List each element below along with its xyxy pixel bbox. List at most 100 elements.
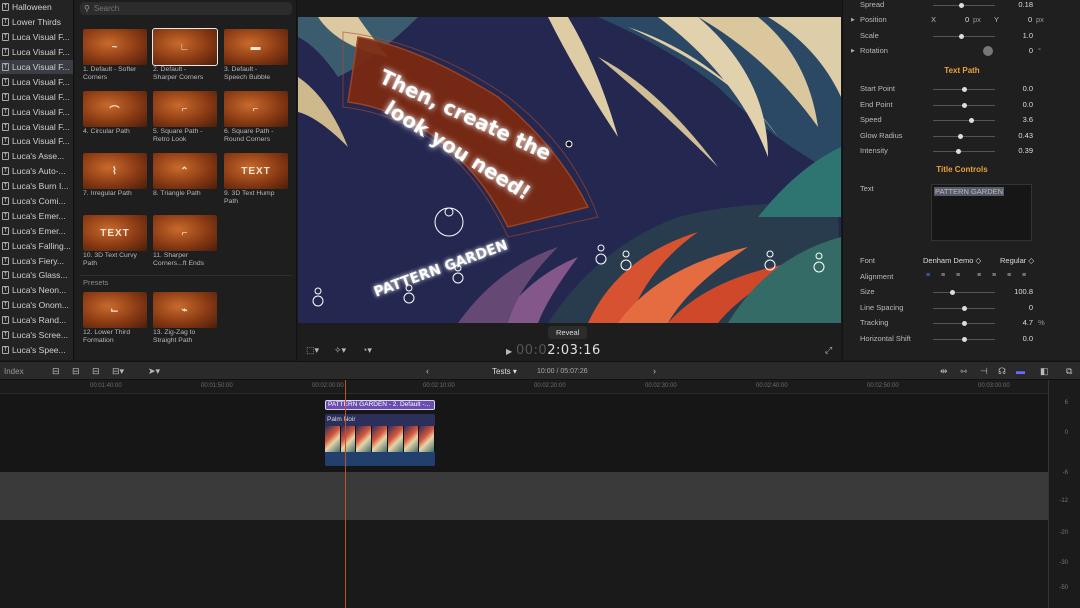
viewer-canvas[interactable]: Then, create the look you need! PATTERN … <box>298 17 841 323</box>
title-thumbnail[interactable]: ⌐ 5. Square Path - Retro Look <box>153 91 217 144</box>
param-position[interactable]: ▶ Position X 0 px Y 0 px <box>843 15 1080 27</box>
timeline-ruler[interactable]: 00:01:40:00 00:01:50:00 00:02:00:00 00:02:1… <box>0 380 1048 394</box>
sidebar-item[interactable]: T Luca's Auto-... <box>0 164 73 179</box>
align-right-icon[interactable]: ≡ <box>953 272 963 280</box>
sidebar-item[interactable]: T Luca's Onom... <box>0 298 73 313</box>
param-slider[interactable] <box>933 133 995 139</box>
back-arrow-icon[interactable]: ‹ <box>426 366 429 376</box>
headphones-icon[interactable]: ☊ <box>998 366 1006 377</box>
sidebar-item[interactable]: T Luca Visual F... <box>0 134 73 149</box>
title-thumbnail[interactable]: ⌙ 12. Lower Third Formation <box>83 292 147 345</box>
index-button[interactable]: Index <box>4 367 24 376</box>
param-row[interactable]: Glow Radius 0.43 <box>843 131 1080 143</box>
expand-triangle-icon[interactable]: ▶ <box>851 17 855 23</box>
audio-skim-icon[interactable]: ⊣ <box>980 366 988 377</box>
param-slider[interactable] <box>933 102 995 108</box>
sidebar-item[interactable]: T Lower Thirds <box>0 15 73 30</box>
sidebar-item[interactable]: T Luca Visual F... <box>0 59 73 75</box>
param-slider[interactable] <box>933 87 995 92</box>
fullscreen-timeline-icon[interactable]: ⧉ <box>1066 366 1072 377</box>
clip-appearance-icon[interactable]: ⊟ <box>52 366 60 377</box>
solo-icon[interactable]: ▬ <box>1016 366 1025 376</box>
skimming-icon[interactable]: ⇹ <box>940 366 948 377</box>
align-left-icon[interactable]: ≡ <box>923 272 933 280</box>
param-spread[interactable]: Spread 0.18 <box>843 0 1080 12</box>
title-thumbnail[interactable]: ⌁ 13. Zig-Zag to Straight Path <box>153 292 217 345</box>
sidebar-item[interactable]: T Halloween <box>0 0 73 15</box>
title-thumbnail[interactable]: ⌃ 8. Triangle Path <box>153 153 217 198</box>
inspector-toggle-icon[interactable]: ◧ <box>1040 366 1049 377</box>
param-scale[interactable]: Scale 1.0 <box>843 31 1080 43</box>
param-row[interactable]: Start Point 0.0 <box>843 84 1080 96</box>
param-row[interactable]: End Point 0.0 <box>843 100 1080 112</box>
append-icon[interactable]: ⊟ <box>72 366 80 377</box>
sidebar-item[interactable]: T Luca Visual F... <box>0 119 73 134</box>
sidebar-item[interactable]: T Luca's Emer... <box>0 208 73 223</box>
sidebar-item[interactable]: T Luca's Asse... <box>0 149 73 164</box>
param-rotation[interactable]: ▶ Rotation 0 ° <box>843 46 1080 58</box>
sidebar-item[interactable]: T Luca Visual F... <box>0 45 73 60</box>
sidebar-item[interactable]: T Luca's Rand... <box>0 313 73 328</box>
play-icon[interactable]: ▶ <box>506 347 512 356</box>
param-value[interactable]: 4.7 <box>1023 318 1033 327</box>
search-field[interactable]: ⚲ <box>80 2 292 15</box>
param-value[interactable]: 0.39 <box>1018 146 1033 155</box>
select-tool-icon[interactable]: ➤▾ <box>148 366 160 377</box>
sidebar-item[interactable]: T Luca's Comi... <box>0 194 73 209</box>
title-thumbnail[interactable]: ⌐ 11. Sharper Corners...ft Ends <box>153 215 217 268</box>
sidebar-item[interactable]: T Luca's Emer... <box>0 223 73 238</box>
search-input[interactable] <box>93 4 274 13</box>
justify-right-icon[interactable]: ≡ <box>1004 272 1014 280</box>
title-thumbnail[interactable]: ~1. Default - Softer Corners <box>83 29 147 82</box>
title-thumbnail[interactable]: ⌒ 4. Circular Path <box>83 91 147 136</box>
title-thumbnail[interactable]: ▬ 3. Default - Speech Bubble <box>224 29 288 82</box>
project-name[interactable]: Tests ▾ <box>492 367 517 376</box>
param-slider[interactable] <box>933 290 995 295</box>
sidebar-item[interactable]: T Luca Visual F... <box>0 74 73 89</box>
snapping-icon[interactable]: ⇿ <box>960 366 968 377</box>
fullscreen-icon[interactable]: ⤢ <box>825 345 832 356</box>
title-thumbnail[interactable]: TEXT 9. 3D Text Hump Path <box>224 153 288 206</box>
param-row[interactable]: Horizontal Shift 0.0 <box>843 334 1080 346</box>
param-value[interactable]: 0 <box>1029 303 1033 312</box>
param-row[interactable]: Tracking 4.7% <box>843 318 1080 330</box>
param-slider[interactable] <box>933 305 995 311</box>
param-row[interactable]: Size 100.8 <box>843 287 1080 299</box>
playhead[interactable] <box>345 380 346 608</box>
title-thumbnail[interactable]: ⌇ 7. Irregular Path <box>83 153 147 198</box>
param-value[interactable]: 0.0 <box>1023 334 1033 343</box>
enhance-tool-icon[interactable]: ✧▾ <box>334 345 346 356</box>
sidebar-item[interactable]: T Luca's Burn I... <box>0 179 73 194</box>
title-clip[interactable]: PATTERN GARDEN - 2. Default -... <box>325 400 435 410</box>
title-thumbnail[interactable]: ⌐ 6. Square Path - Round Corners <box>224 91 288 144</box>
param-row[interactable]: Intensity 0.39 <box>843 146 1080 158</box>
scale-slider[interactable] <box>933 34 995 39</box>
param-value[interactable]: 0.43 <box>1018 131 1033 140</box>
insert-icon[interactable]: ⊟ <box>92 366 100 377</box>
speed-tool-icon[interactable]: ◔▾ <box>362 345 372 356</box>
audio-lane[interactable] <box>0 520 1048 608</box>
title-text-field[interactable]: PATTERN GARDEN <box>931 184 1032 241</box>
sidebar-item[interactable]: T Luca's Neon... <box>0 283 73 298</box>
align-center-icon[interactable]: ≡ <box>938 272 948 280</box>
title-thumbnail[interactable]: ∟ 2. Default - Sharper Corners <box>152 28 218 82</box>
sidebar-item[interactable]: T Luca Visual F... <box>0 30 73 45</box>
sidebar-item[interactable]: T Luca Visual F... <box>0 89 73 104</box>
sidebar-item[interactable]: T Luca Visual F... <box>0 104 73 119</box>
spread-slider[interactable] <box>933 3 995 8</box>
param-slider[interactable] <box>933 149 995 155</box>
param-slider[interactable] <box>933 321 995 327</box>
video-clip[interactable]: Palm Noir <box>325 414 435 466</box>
sidebar-item[interactable]: T Luca's Glass... <box>0 268 73 283</box>
rotation-dial[interactable] <box>983 46 993 56</box>
justify-left-icon[interactable]: ≡ <box>974 272 984 280</box>
overwrite-icon[interactable]: ⊟▾ <box>112 366 124 377</box>
param-value[interactable]: 0.0 <box>1023 100 1033 109</box>
param-value[interactable]: 0.0 <box>1023 84 1033 93</box>
expand-triangle-icon[interactable]: ▶ <box>851 48 855 54</box>
justify-full-icon[interactable]: ≡ <box>1019 272 1029 280</box>
sidebar-item[interactable]: T Luca's Scree... <box>0 328 73 343</box>
forward-arrow-icon[interactable]: › <box>653 366 656 376</box>
primary-storyline-lane[interactable] <box>0 472 1048 520</box>
title-thumbnail[interactable]: TEXT 10. 3D Text Curvy Path <box>83 215 147 268</box>
